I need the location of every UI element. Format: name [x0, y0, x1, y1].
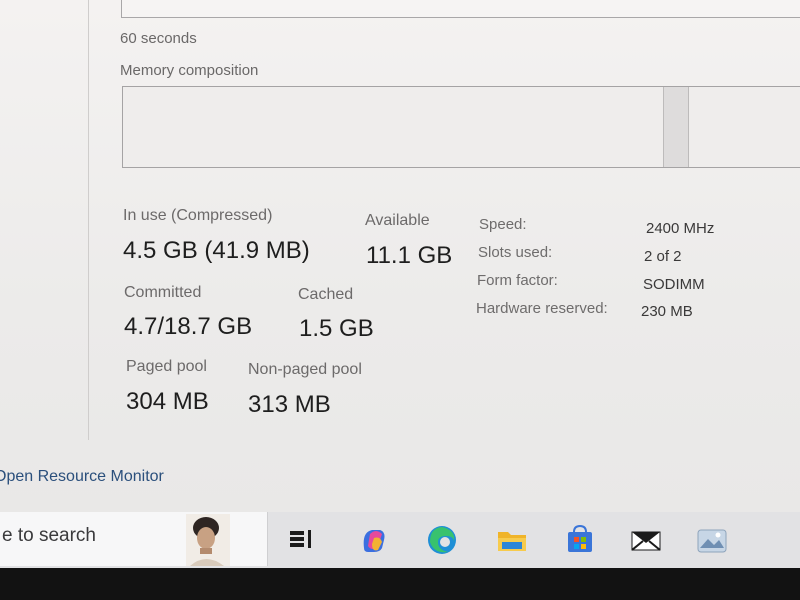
task-manager-memory-panel: 60 seconds Memory composition In use (Co… [0, 0, 800, 512]
copilot-icon[interactable] [356, 522, 392, 558]
slots-used-label: Slots used: [478, 244, 553, 261]
memory-composition-standby-segment [663, 87, 689, 167]
available-label: Available [365, 212, 430, 229]
speed-value: 2400 MHz [646, 220, 715, 237]
form-factor-value: SODIMM [643, 276, 705, 293]
available-value: 11.1 GB [366, 242, 453, 269]
non-paged-pool-label: Non-paged pool [248, 361, 362, 378]
open-resource-monitor-link[interactable]: Open Resource Monitor [0, 468, 164, 486]
speed-label: Speed: [479, 216, 527, 233]
memory-composition-label: Memory composition [120, 62, 259, 79]
mail-icon[interactable] [628, 522, 664, 558]
form-factor-label: Form factor: [477, 272, 558, 289]
committed-label: Committed [124, 284, 202, 301]
non-paged-pool-value: 313 MB [248, 391, 331, 418]
screen-bezel [0, 568, 800, 600]
in-use-label: In use (Compressed) [123, 207, 273, 224]
search-highlight-image [186, 514, 230, 566]
memory-usage-graph [121, 0, 800, 18]
cached-label: Cached [298, 286, 354, 303]
graph-time-label: 60 seconds [120, 30, 197, 47]
photos-icon[interactable] [694, 522, 730, 558]
microsoft-store-icon[interactable] [562, 522, 598, 558]
cached-value: 1.5 GB [299, 315, 374, 342]
edge-icon[interactable] [424, 522, 460, 558]
committed-value: 4.7/18.7 GB [124, 313, 253, 340]
task-view-icon[interactable] [284, 522, 320, 558]
taskbar-search-placeholder: e to search [2, 525, 96, 546]
file-explorer-icon[interactable] [494, 522, 530, 558]
paged-pool-value: 304 MB [126, 388, 209, 415]
slots-used-value: 2 of 2 [644, 248, 682, 265]
hardware-reserved-value: 230 MB [641, 303, 693, 320]
paged-pool-label: Paged pool [126, 358, 207, 375]
in-use-value: 4.5 GB (41.9 MB) [123, 237, 310, 264]
panel-divider [88, 0, 89, 440]
memory-composition-bar[interactable] [122, 86, 800, 168]
hardware-reserved-label: Hardware reserved: [476, 300, 608, 317]
